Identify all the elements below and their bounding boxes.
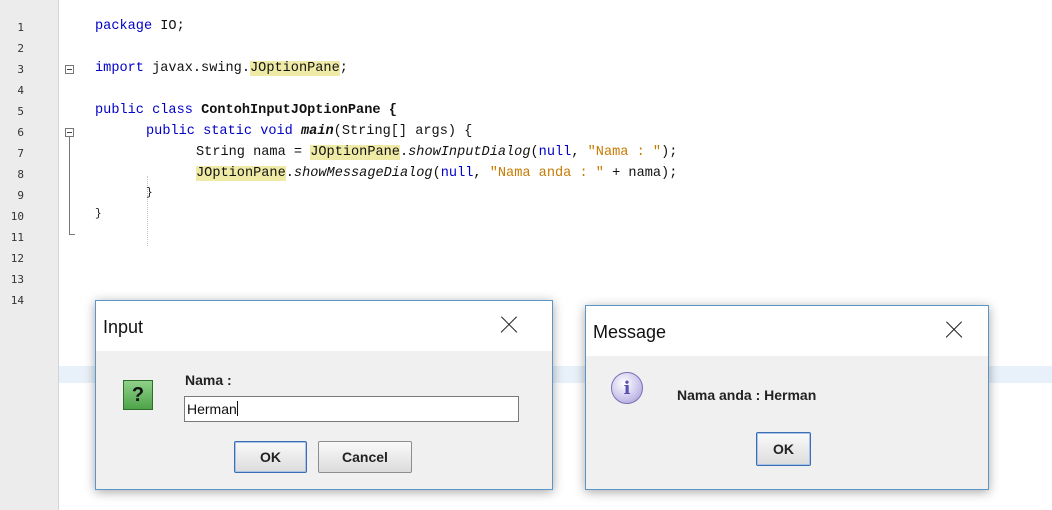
code-line-10: } [95, 208, 102, 220]
code-line-3: import javax.swing.JOptionPane; [95, 61, 348, 76]
fold-method-icon[interactable] [65, 128, 74, 137]
line-number: 10 [10, 210, 24, 223]
line-number-gutter: 1 2 3 4 5 6 7 8 9 10 11 12 13 14 [0, 0, 74, 510]
line-number: 9 [17, 189, 24, 202]
line-number: 3 [17, 63, 24, 76]
question-icon: ? [123, 380, 153, 410]
input-dialog-title: Input [103, 317, 144, 337]
fold-line [69, 137, 70, 234]
line-number: 12 [10, 252, 24, 265]
line-number: 5 [17, 105, 24, 118]
message-dialog-titlebar[interactable]: Message [586, 306, 988, 356]
ok-button[interactable]: OK [756, 432, 811, 466]
fold-import-icon[interactable] [65, 65, 74, 74]
name-input[interactable]: Herman [184, 396, 519, 422]
message-dialog: Message i Nama anda : Herman OK [585, 305, 989, 490]
code-line-9: } [146, 187, 153, 199]
code-line-5: public class ContohInputJOptionPane { [95, 103, 397, 118]
code-line-7: String nama = JOptionPane.showInputDialo… [196, 145, 678, 160]
code-line-1: package IO; [95, 19, 185, 34]
text-caret [236, 401, 238, 416]
line-number: 2 [17, 42, 24, 55]
code-line-8: JOptionPane.showMessageDialog(null, "Nam… [196, 166, 678, 181]
cancel-button[interactable]: Cancel [318, 441, 412, 473]
line-number: 11 [10, 231, 24, 244]
message-text: Nama anda : Herman [677, 387, 817, 403]
line-number: 13 [10, 273, 24, 286]
line-number: 8 [17, 168, 24, 181]
line-number: 4 [17, 84, 24, 97]
line-number: 1 [17, 21, 24, 34]
info-icon: i [611, 372, 643, 404]
line-number: 6 [17, 126, 24, 139]
ok-button[interactable]: OK [234, 441, 307, 473]
name-input-value: Herman [187, 401, 237, 417]
message-dialog-title: Message [593, 322, 667, 342]
close-icon[interactable] [942, 318, 966, 342]
code-line-6: public static void main(String[] args) { [146, 124, 473, 139]
line-number: 14 [10, 294, 24, 307]
input-label: Nama : [185, 372, 232, 388]
close-icon[interactable] [497, 313, 521, 337]
line-number: 7 [17, 147, 24, 160]
fold-end [69, 234, 75, 235]
input-dialog: Input ? Nama : Herman OK Cancel [95, 300, 553, 490]
input-dialog-titlebar[interactable]: Input [96, 301, 552, 351]
